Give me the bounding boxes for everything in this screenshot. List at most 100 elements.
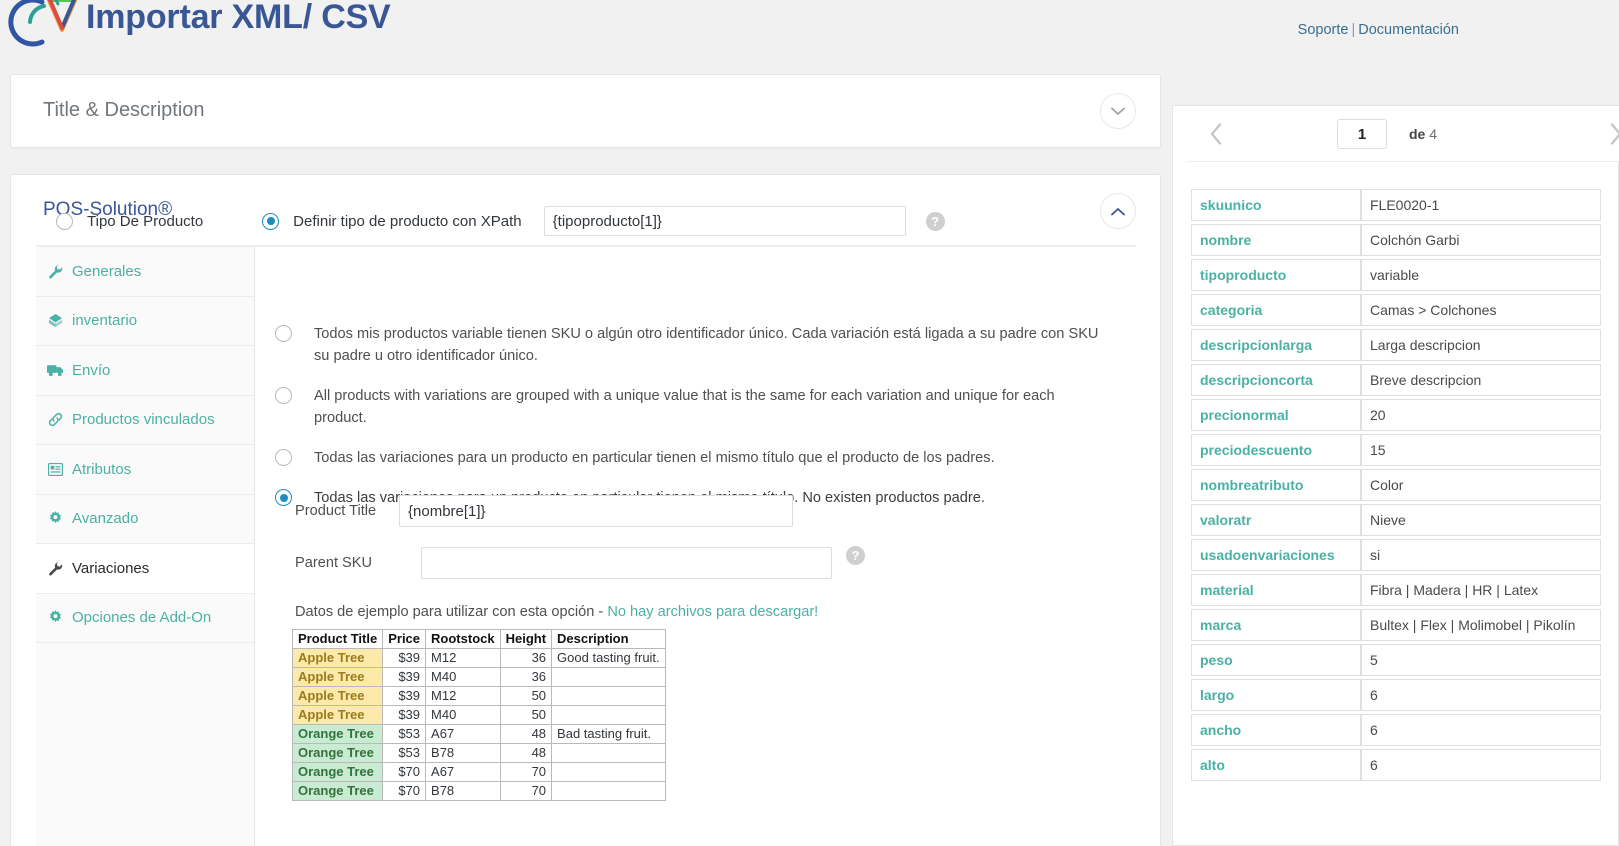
sample-col-rootstock: Rootstock — [425, 629, 501, 649]
field-value: 6 — [1361, 714, 1601, 746]
sidebar-item-variaciones[interactable]: Variaciones — [36, 544, 254, 594]
cell-price: $70 — [382, 781, 427, 801]
cell-height: 48 — [499, 743, 553, 763]
cell-height: 70 — [499, 781, 553, 801]
variation-option-3-radio[interactable] — [275, 449, 292, 466]
documentation-link[interactable]: Documentación — [1358, 22, 1459, 38]
field-key: descripcionlarga — [1191, 329, 1361, 361]
cell-height: 50 — [499, 686, 553, 706]
page-of-label: de — [1409, 126, 1426, 142]
cell-description — [551, 762, 666, 782]
field-key: usadoenvariaciones — [1191, 539, 1361, 571]
parent-sku-input[interactable] — [421, 547, 832, 579]
table-row: skuunico FLE0020-1 — [1191, 189, 1601, 221]
parent-sku-row: Parent SKU ? — [295, 545, 865, 579]
cell-product-title: Apple Tree — [291, 686, 384, 706]
sidebar-item-inventario[interactable]: inventario — [36, 297, 254, 346]
sample-table-header-row: Product Title Price Rootstock Height Des… — [291, 629, 666, 649]
chevron-down-icon — [1111, 107, 1125, 116]
sidebar-item-avanzado[interactable]: Avanzado — [36, 495, 254, 544]
sample-data-line: Datos de ejemplo para utilizar con esta … — [295, 604, 818, 620]
field-value: Color — [1361, 469, 1601, 501]
sample-download-link[interactable]: No hay archivos para descargar! — [607, 604, 818, 620]
chevron-right-icon[interactable] — [1602, 120, 1619, 148]
cell-price: $53 — [382, 743, 427, 763]
field-key: peso — [1191, 644, 1361, 676]
sidebar-item-label: Avanzado — [72, 510, 139, 528]
panel-title-description-label: Title & Description — [43, 99, 205, 121]
sample-col-height: Height — [499, 629, 553, 649]
panel-title-description-header[interactable]: Title & Description — [11, 75, 1160, 147]
table-row: precionormal 20 — [1191, 399, 1601, 431]
sidebar-item-label: inventario — [72, 312, 138, 330]
field-key: marca — [1191, 609, 1361, 641]
cell-height: 50 — [499, 705, 553, 725]
radio-tipo-de-producto[interactable] — [56, 212, 73, 230]
variations-tabs-wrapper: Tipo De Producto Definir tipo de product… — [36, 206, 1136, 846]
xpath-input[interactable] — [543, 206, 906, 236]
variation-option-2[interactable]: All products with variations are grouped… — [275, 385, 1125, 429]
field-key: skuunico — [1191, 189, 1361, 221]
panel-title-description-toggle[interactable] — [1100, 93, 1136, 129]
sidebar-item-opciones-de-add-on[interactable]: Opciones de Add-On — [36, 594, 254, 643]
page-total-label: de 4 — [1409, 126, 1437, 142]
record-preview-panel: de 4 skuunicoFLE0020-1 nombreColchón Gar… — [1172, 105, 1619, 846]
circular-arrow-download-logo — [8, 0, 80, 48]
radio-definir-tipo-xpath[interactable] — [262, 212, 280, 230]
cell-description — [551, 667, 666, 687]
chevron-left-icon[interactable] — [1203, 120, 1229, 148]
truck-icon — [44, 361, 66, 379]
product-title-input[interactable] — [399, 495, 793, 527]
cell-rootstock: M40 — [425, 705, 501, 725]
sidebar-item-label: Envío — [72, 361, 111, 379]
table-row: tipoproducto variable — [1191, 259, 1601, 291]
sidebar-item-generales[interactable]: Generales — [36, 247, 254, 297]
field-value: Camas > Colchones — [1361, 294, 1601, 326]
cell-product-title: Apple Tree — [291, 648, 384, 668]
table-row: Orange Tree $70 B78 70 — [291, 781, 666, 801]
record-fields-table: skuunico FLE0020-1 nombre Colchón Garbi ti… — [1191, 186, 1601, 784]
field-value: 6 — [1361, 749, 1601, 781]
product-title-label: Product Title — [295, 503, 377, 519]
page-number-input[interactable] — [1337, 119, 1387, 149]
box-icon — [44, 312, 66, 330]
table-row: Apple Tree $39 M12 50 — [291, 686, 666, 706]
sidebar-item-atributos[interactable]: Atributos — [36, 445, 254, 495]
sample-col-price: Price — [382, 629, 427, 649]
variation-option-3-label: Todas las variaciones para un producto e… — [314, 450, 995, 466]
field-value: 5 — [1361, 644, 1601, 676]
support-link[interactable]: Soporte — [1298, 22, 1349, 38]
panel-pos-solution: POS-Solution® Tipo De Producto Definir t… — [10, 174, 1161, 846]
table-row: ancho 6 — [1191, 714, 1601, 746]
table-row: Orange Tree $53 A67 48 Bad tasting fruit… — [291, 724, 666, 744]
cell-rootstock: M40 — [425, 667, 501, 687]
field-value: Breve descripcion — [1361, 364, 1601, 396]
question-mark-icon[interactable]: ? — [846, 545, 865, 565]
variation-option-1-radio[interactable] — [275, 325, 292, 342]
variation-option-1[interactable]: Todos mis productos variable tienen SKU … — [275, 323, 1125, 367]
question-mark-icon[interactable]: ? — [925, 211, 945, 231]
field-value: si — [1361, 539, 1601, 571]
table-row: descripcioncorta Breve descripcion — [1191, 364, 1601, 396]
sidebar-item-productos-vinculados[interactable]: Productos vinculados — [36, 396, 254, 445]
table-row: Orange Tree $70 A67 70 — [291, 762, 666, 782]
table-row: preciodescuento 15 — [1191, 434, 1601, 466]
variation-option-3[interactable]: Todas las variaciones para un producto e… — [275, 447, 1125, 469]
table-row: categoria Camas > Colchones — [1191, 294, 1601, 326]
field-key: preciodescuento — [1191, 434, 1361, 466]
sidebar-item-envio[interactable]: Envío — [36, 346, 254, 396]
field-key: alto — [1191, 749, 1361, 781]
table-row: descripcionlarga Larga descripcion — [1191, 329, 1601, 361]
cell-product-title: Apple Tree — [291, 705, 384, 725]
cell-product-title: Orange Tree — [291, 781, 384, 801]
variation-option-4-radio[interactable] — [275, 489, 292, 506]
variation-option-2-radio[interactable] — [275, 387, 292, 404]
field-value: Larga descripcion — [1361, 329, 1601, 361]
table-row: material Fibra | Madera | HR | Latex — [1191, 574, 1601, 606]
label-tipo-de-producto: Tipo De Producto — [87, 212, 204, 230]
cell-product-title: Orange Tree — [291, 724, 384, 744]
table-row: Orange Tree $53 B78 48 — [291, 743, 666, 763]
gear-icon — [44, 510, 66, 528]
sidebar-item-label: Productos vinculados — [72, 411, 215, 429]
table-row: largo 6 — [1191, 679, 1601, 711]
